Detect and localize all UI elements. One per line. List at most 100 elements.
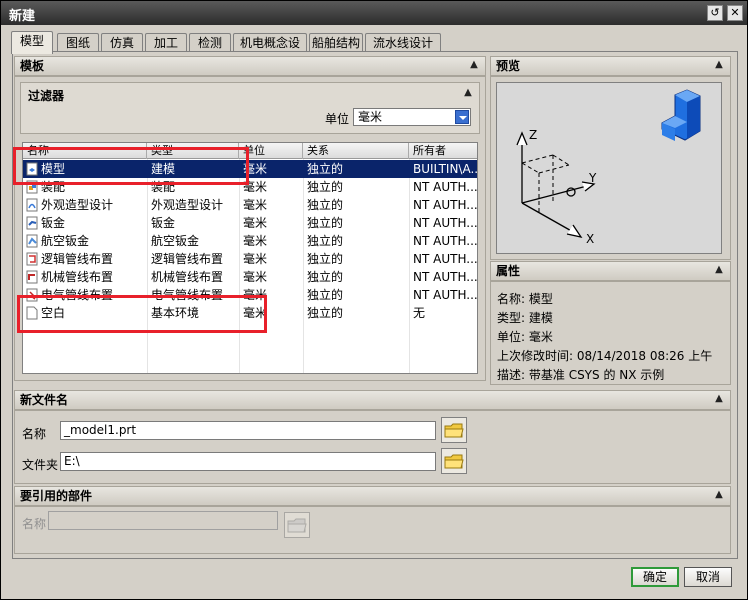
row-owner: NT AUTH... [413, 288, 478, 302]
row-owner: NT AUTH... [413, 270, 478, 284]
property-unit: 单位: 毫米 [497, 330, 553, 344]
chevron-up-icon[interactable]: ▲ [712, 488, 726, 502]
row-owner: NT AUTH... [413, 234, 478, 248]
row-relation: 独立的 [307, 234, 344, 248]
folder-icon [444, 423, 464, 438]
browse-folder-button[interactable] [441, 448, 467, 474]
row-owner: NT AUTH... [413, 252, 478, 266]
ok-button[interactable]: 确定 [631, 567, 679, 587]
file-name-input[interactable]: _model1.prt [60, 421, 436, 440]
cancel-button[interactable]: 取消 [684, 567, 732, 587]
ref-part-name-label: 名称 [22, 517, 47, 531]
preview-canvas: Z Y X [496, 82, 722, 254]
row-relation: 独立的 [307, 252, 344, 266]
reset-icon[interactable]: ↺ [707, 5, 723, 21]
row-unit: 毫米 [243, 270, 268, 284]
folder-icon [444, 454, 464, 469]
axis-label-z: Z [529, 128, 537, 142]
csys-preview-icon: Z Y X [516, 89, 701, 246]
window-title: 新建 [9, 9, 36, 24]
title-bar[interactable]: 新建 ↺ ✕ [1, 1, 747, 25]
table-row[interactable]: 外观造型设计 外观造型设计 毫米 独立的 NT AUTH... [23, 196, 478, 214]
property-name: 名称: 模型 [497, 292, 553, 306]
tab-model[interactable]: 模型 [11, 31, 53, 54]
row-relation: 独立的 [307, 216, 344, 230]
model-block-icon [661, 89, 701, 141]
tab-simulation[interactable]: 仿真 [101, 33, 143, 53]
chevron-up-icon[interactable]: ▲ [467, 58, 481, 72]
tab-inspection[interactable]: 检测 [189, 33, 231, 53]
unit-label: 单位 [325, 112, 350, 126]
unit-select-value: 毫米 [358, 110, 383, 124]
chevron-up-icon[interactable]: ▲ [712, 392, 726, 406]
file-name-label: 名称 [22, 427, 47, 441]
row-owner: NT AUTH... [413, 198, 478, 212]
folder-input[interactable]: E:\ [60, 452, 436, 471]
column-header-relation[interactable]: 关系 [303, 143, 409, 159]
template-section-title: 模板 [20, 59, 45, 73]
template-section-header[interactable]: 模板 ▲ [14, 56, 486, 76]
sheet-metal-icon [26, 216, 38, 230]
row-relation: 独立的 [307, 162, 344, 176]
folder-label: 文件夹 [22, 458, 59, 472]
row-unit: 毫米 [243, 198, 268, 212]
property-type: 类型: 建模 [497, 311, 553, 325]
new-file-section-title: 新文件名 [20, 393, 69, 407]
column-header-owner[interactable]: 所有者 [409, 143, 477, 159]
row-unit: 毫米 [243, 216, 268, 230]
row-owner: NT AUTH... [413, 180, 478, 194]
tab-ship-structure[interactable]: 船舶结构 [309, 33, 363, 53]
ref-part-name-input[interactable] [48, 511, 278, 530]
highlight-box-blank [17, 295, 267, 333]
table-row[interactable]: 机械管线布置 机械管线布置 毫米 独立的 NT AUTH... [23, 268, 478, 286]
row-type: 机械管线布置 [151, 270, 224, 284]
row-relation: 独立的 [307, 198, 344, 212]
row-name: 航空钣金 [41, 234, 90, 248]
properties-section-header[interactable]: 属性 ▲ [490, 261, 731, 281]
highlight-box-model [13, 147, 249, 185]
new-file-section-header[interactable]: 新文件名 ▲ [14, 390, 731, 410]
shape-studio-icon [26, 198, 38, 212]
row-relation: 独立的 [307, 270, 344, 284]
table-row[interactable]: 逻辑管线布置 逻辑管线布置 毫米 独立的 NT AUTH... [23, 250, 478, 268]
row-owner: NT AUTH... [413, 216, 478, 230]
unit-select[interactable]: 毫米 [353, 108, 471, 126]
close-icon[interactable]: ✕ [727, 5, 743, 21]
row-name: 钣金 [41, 216, 66, 230]
tab-mechatronics[interactable]: 机电概念设计 [233, 33, 307, 68]
row-unit: 毫米 [243, 234, 268, 248]
chevron-up-icon[interactable]: ▲ [461, 86, 475, 100]
row-relation: 独立的 [307, 288, 344, 302]
chevron-up-icon[interactable]: ▲ [712, 58, 726, 72]
row-unit: 毫米 [243, 252, 268, 266]
properties-section-title: 属性 [496, 264, 521, 278]
row-type: 航空钣金 [151, 234, 200, 248]
ref-part-section-header[interactable]: 要引用的部件 ▲ [14, 486, 731, 506]
tab-manufacturing[interactable]: 加工 [145, 33, 187, 53]
row-name: 机械管线布置 [41, 270, 114, 284]
properties-panel: 名称: 模型 类型: 建模 单位: 毫米 上次修改时间: 08/14/2018 … [490, 281, 731, 385]
axis-label-y: Y [588, 171, 597, 185]
folder-icon [287, 518, 307, 533]
row-name: 外观造型设计 [41, 198, 114, 212]
table-row[interactable]: 钣金 钣金 毫米 独立的 NT AUTH... [23, 214, 478, 232]
row-type: 外观造型设计 [151, 198, 224, 212]
browse-ref-part-button[interactable] [284, 512, 310, 538]
property-description: 描述: 带基准 CSYS 的 NX 示例 [497, 368, 665, 382]
row-relation: 独立的 [307, 180, 344, 194]
row-type: 逻辑管线布置 [151, 252, 224, 266]
chevron-down-icon[interactable] [455, 110, 469, 124]
preview-section-header[interactable]: 预览 ▲ [490, 56, 731, 76]
property-modified: 上次修改时间: 08/14/2018 08:26 上午 [497, 349, 713, 363]
row-owner: 无 [413, 306, 426, 320]
chevron-up-icon[interactable]: ▲ [712, 263, 726, 277]
logical-routing-icon [26, 252, 38, 266]
ref-part-section-title: 要引用的部件 [20, 489, 93, 503]
row-type: 钣金 [151, 216, 176, 230]
tab-drawing[interactable]: 图纸 [57, 33, 99, 53]
row-relation: 独立的 [307, 306, 344, 320]
browse-name-button[interactable] [441, 417, 467, 443]
tab-line-designer[interactable]: 流水线设计器 [365, 33, 441, 68]
axis-label-x: X [586, 232, 594, 246]
table-row[interactable]: 航空钣金 航空钣金 毫米 独立的 NT AUTH... [23, 232, 478, 250]
